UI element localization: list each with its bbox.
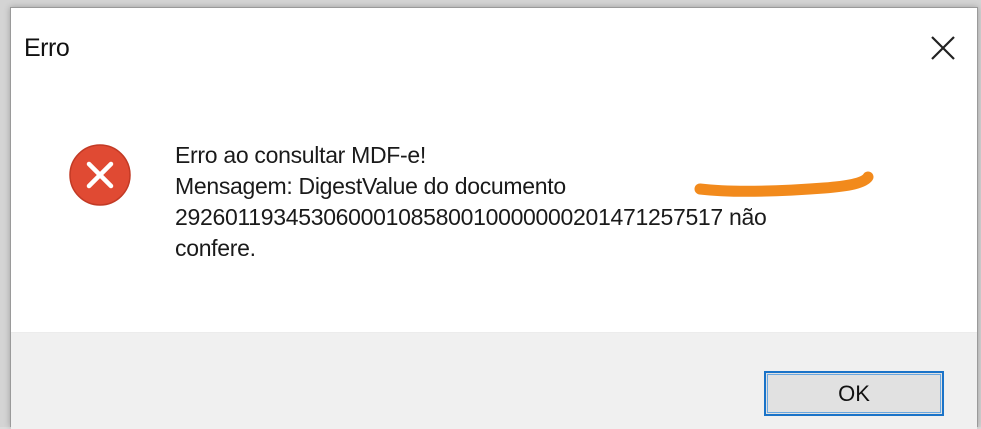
dialog-title: Erro [24, 34, 70, 62]
error-dialog: Erro Erro ao consultar MDF-e! Mensagem: … [10, 7, 978, 429]
dialog-content: Erro ao consultar MDF-e! Mensagem: Diges… [11, 84, 977, 332]
message-line: confere. [175, 235, 256, 261]
message-line: 2926011934530600010858001000000020147125… [175, 204, 767, 230]
close-button[interactable] [917, 22, 969, 74]
error-icon [69, 144, 131, 206]
dialog-footer: OK [11, 332, 977, 429]
ok-button[interactable]: OK [764, 371, 944, 416]
redaction-mark [694, 171, 874, 197]
dialog-titlebar[interactable]: Erro [11, 8, 977, 84]
close-icon [931, 36, 955, 60]
